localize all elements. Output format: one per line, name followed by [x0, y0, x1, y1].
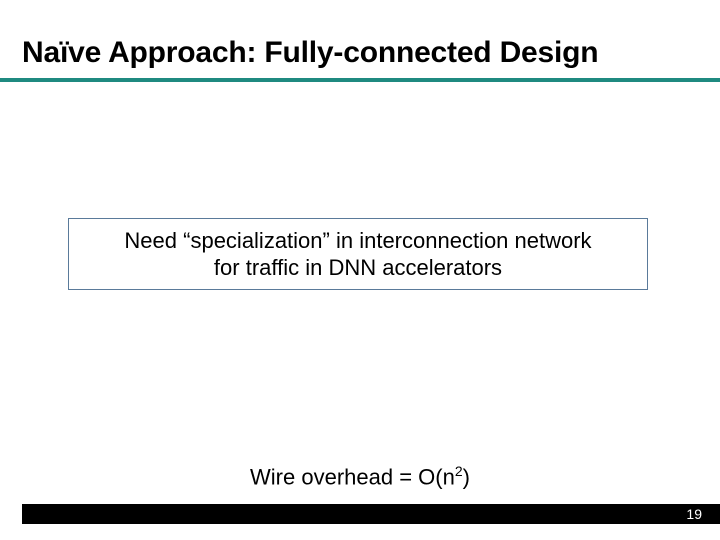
callout-line-1: Need “specialization” in interconnection…: [124, 227, 591, 255]
slide: Naïve Approach: Fully-connected Design N…: [0, 0, 720, 540]
title-underline: [0, 78, 720, 82]
callout-box: Need “specialization” in interconnection…: [68, 218, 648, 290]
formula-prefix: Wire overhead = O(n: [250, 464, 455, 489]
slide-title: Naïve Approach: Fully-connected Design: [22, 36, 698, 70]
formula-exponent: 2: [455, 463, 463, 479]
footer-bar: 19: [22, 504, 720, 524]
page-number: 19: [686, 506, 702, 522]
wire-overhead-formula: Wire overhead = O(n2): [0, 463, 720, 490]
formula-suffix: ): [463, 464, 470, 489]
callout-line-2: for traffic in DNN accelerators: [214, 254, 502, 282]
